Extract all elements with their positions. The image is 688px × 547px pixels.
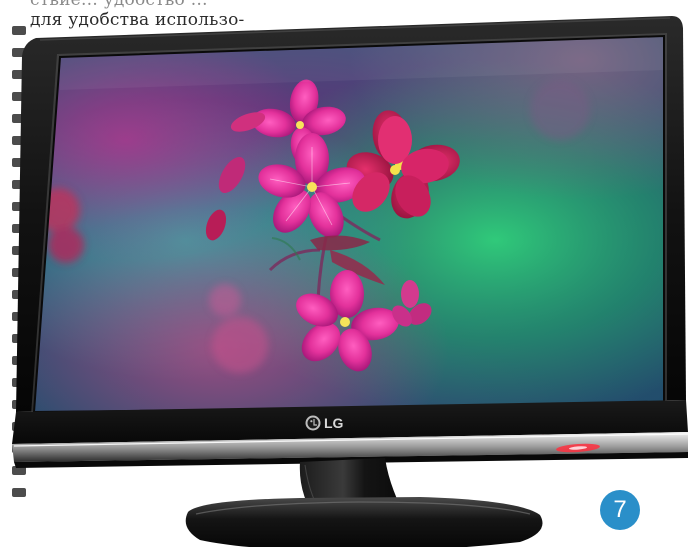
lg-logo [305,415,321,431]
monitor-photo: LG [12,16,688,547]
monitor-stand-base [185,497,543,547]
monitor-screen [34,36,664,412]
page-number-badge: 7 [600,490,640,530]
brand-name: LG [324,415,344,431]
